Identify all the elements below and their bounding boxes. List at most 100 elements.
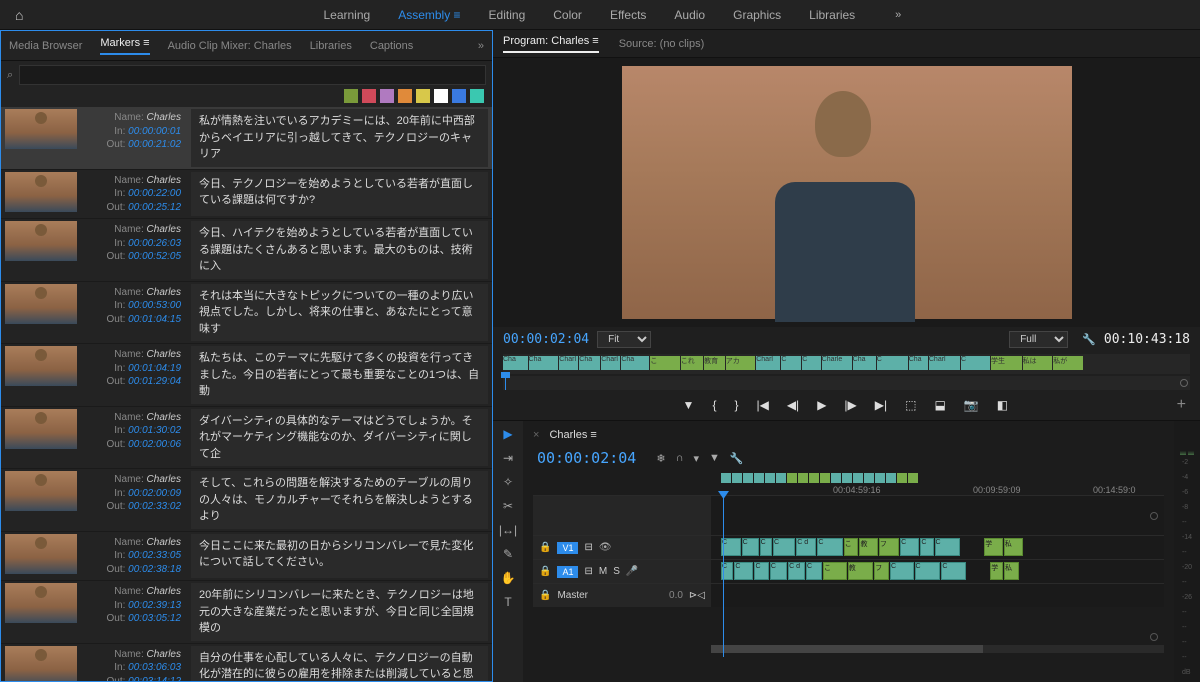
- timeline-clip[interactable]: C: [773, 538, 795, 556]
- step-fwd-icon[interactable]: |▶: [844, 398, 856, 412]
- lift-icon[interactable]: ⬚: [905, 398, 916, 412]
- timeline-clip[interactable]: C: [915, 562, 941, 580]
- timeline-clip[interactable]: フ: [879, 538, 899, 556]
- home-icon[interactable]: ⌂: [15, 7, 23, 23]
- timeline-clip[interactable]: こ: [844, 538, 859, 556]
- timeline-clip[interactable]: C: [734, 562, 753, 580]
- marker-add-icon[interactable]: ▾: [693, 452, 699, 465]
- color-chip[interactable]: [380, 89, 394, 103]
- tab-captions[interactable]: Captions: [370, 40, 413, 52]
- voiceover-icon[interactable]: 🎤: [626, 566, 638, 577]
- timeline-clip[interactable]: [961, 538, 983, 556]
- timeline-clip[interactable]: こ: [823, 562, 847, 580]
- track-a1-toggle[interactable]: A1: [557, 566, 578, 578]
- timeline-clip[interactable]: 私: [1004, 562, 1019, 580]
- mini-clip[interactable]: Cha: [909, 356, 928, 370]
- color-chip[interactable]: [344, 89, 358, 103]
- mute-icon[interactable]: M: [599, 566, 607, 577]
- selection-tool-icon[interactable]: ▶: [503, 427, 512, 441]
- mini-clip[interactable]: 学生: [991, 356, 1022, 370]
- workspace-overflow-icon[interactable]: »: [895, 9, 901, 21]
- timeline-playhead-icon[interactable]: [723, 495, 724, 657]
- zoom-fit-select[interactable]: Fit: [597, 331, 651, 348]
- mark-out-icon[interactable]: {: [712, 398, 716, 412]
- extract-icon[interactable]: ⬓: [934, 398, 945, 412]
- mini-clip[interactable]: 私が: [1053, 356, 1082, 370]
- marker-search-input[interactable]: [19, 65, 486, 85]
- timeline-clip[interactable]: 教: [848, 562, 874, 580]
- timeline-clip[interactable]: C: [742, 538, 759, 556]
- video-preview[interactable]: [622, 66, 1072, 319]
- type-tool-icon[interactable]: T: [504, 595, 511, 609]
- snap-icon[interactable]: ❄: [656, 452, 665, 465]
- timeline-clip[interactable]: フ: [874, 562, 889, 580]
- timeline-clip[interactable]: C: [890, 562, 914, 580]
- track-v1-toggle[interactable]: V1: [557, 542, 578, 554]
- timeline-clip[interactable]: 学: [990, 562, 1003, 580]
- marker-row[interactable]: Name: Charles In: 00:02:39:13 Out: 00:03…: [1, 581, 492, 644]
- track-select-tool-icon[interactable]: ⇥: [503, 451, 513, 465]
- ws-tab-learning[interactable]: Learning: [323, 8, 370, 22]
- hand-tool-icon[interactable]: ✋: [501, 571, 516, 585]
- sync-lock-icon[interactable]: ⊟: [584, 542, 592, 553]
- program-mini-timeline[interactable]: ChaChaCharlChaCharlChaここれ教育アカCharlCCChar…: [503, 354, 1190, 374]
- tab-program[interactable]: Program: Charles ≡: [503, 35, 599, 53]
- mini-clip[interactable]: C: [877, 356, 908, 370]
- timeline-timecode[interactable]: 00:00:02:04: [537, 449, 636, 467]
- timeline-clip[interactable]: 教: [859, 538, 877, 556]
- button-editor-icon[interactable]: +: [1177, 396, 1186, 414]
- mini-clip[interactable]: Charl: [929, 356, 960, 370]
- comparison-icon[interactable]: ◧: [997, 398, 1008, 412]
- go-in-icon[interactable]: |◀: [756, 398, 768, 412]
- lock-icon[interactable]: 🔒: [539, 542, 551, 553]
- solo-icon[interactable]: S: [613, 566, 620, 577]
- tab-media-browser[interactable]: Media Browser: [9, 40, 82, 52]
- ws-tab-assembly[interactable]: Assembly ≡: [398, 8, 460, 22]
- ws-tab-effects[interactable]: Effects: [610, 8, 646, 22]
- marker-row[interactable]: Name: Charles In: 00:00:26:03 Out: 00:00…: [1, 219, 492, 282]
- color-chip[interactable]: [452, 89, 466, 103]
- razor-tool-icon[interactable]: ✂: [503, 499, 513, 513]
- ws-tab-libraries[interactable]: Libraries: [809, 8, 855, 22]
- mini-clip[interactable]: C: [781, 356, 801, 370]
- wrench-icon[interactable]: 🔧: [730, 452, 744, 465]
- timeline-clip[interactable]: C: [941, 562, 966, 580]
- timeline-ruler[interactable]: 00:04:59:16 00:09:59:09 00:14:59:0: [533, 473, 1164, 495]
- timeline-clip[interactable]: C: [806, 562, 822, 580]
- color-chip[interactable]: [434, 89, 448, 103]
- color-chip[interactable]: [362, 89, 376, 103]
- marker-cycle-icon[interactable]: ▼: [709, 452, 720, 465]
- timeline-tracks[interactable]: 🔒 V1 ⊟ 👁 CCCCC dCこ教フCCC学私 🔒 A1 ⊟ M: [533, 495, 1164, 657]
- eye-icon[interactable]: 👁: [599, 542, 612, 553]
- marker-row[interactable]: Name: Charles In: 00:03:06:03 Out: 00:03…: [1, 644, 492, 682]
- sequence-name[interactable]: Charles ≡: [549, 429, 596, 441]
- linked-sel-icon[interactable]: ∩: [676, 452, 684, 465]
- timeline-clip[interactable]: 私: [1004, 538, 1024, 556]
- mini-clip[interactable]: C: [802, 356, 820, 370]
- marker-list[interactable]: Name: Charles In: 00:00:00:01 Out: 00:00…: [1, 107, 492, 681]
- go-out-icon[interactable]: ▶|: [875, 398, 887, 412]
- color-chip[interactable]: [398, 89, 412, 103]
- play-icon[interactable]: ▶: [817, 398, 826, 412]
- mini-clip[interactable]: Charl: [756, 356, 780, 370]
- pen-tool-icon[interactable]: ✎: [503, 547, 513, 561]
- mini-clip[interactable]: こ: [650, 356, 679, 370]
- mini-clip[interactable]: Cha: [579, 356, 600, 370]
- tab-libraries[interactable]: Libraries: [310, 40, 352, 52]
- timeline-clip[interactable]: C d: [788, 562, 805, 580]
- timeline-clip[interactable]: C: [900, 538, 919, 556]
- timeline-clip[interactable]: C: [760, 538, 772, 556]
- mini-clip[interactable]: Charl: [601, 356, 620, 370]
- mini-clip[interactable]: アカ: [726, 356, 755, 370]
- mark-in-icon[interactable]: ▼: [683, 398, 695, 412]
- ws-tab-graphics[interactable]: Graphics: [733, 8, 781, 22]
- sync-lock-icon[interactable]: ⊟: [584, 566, 592, 577]
- program-timecode[interactable]: 00:00:02:04: [503, 332, 589, 347]
- ws-tab-editing[interactable]: Editing: [489, 8, 526, 22]
- mini-clip[interactable]: Charl: [559, 356, 578, 370]
- slip-tool-icon[interactable]: |↔|: [499, 523, 517, 537]
- expand-icon[interactable]: ⊳◁: [689, 590, 705, 601]
- timeline-clip[interactable]: C d: [796, 538, 816, 556]
- mini-clip[interactable]: Cha: [621, 356, 649, 370]
- marker-row[interactable]: Name: Charles In: 00:02:00:09 Out: 00:02…: [1, 469, 492, 532]
